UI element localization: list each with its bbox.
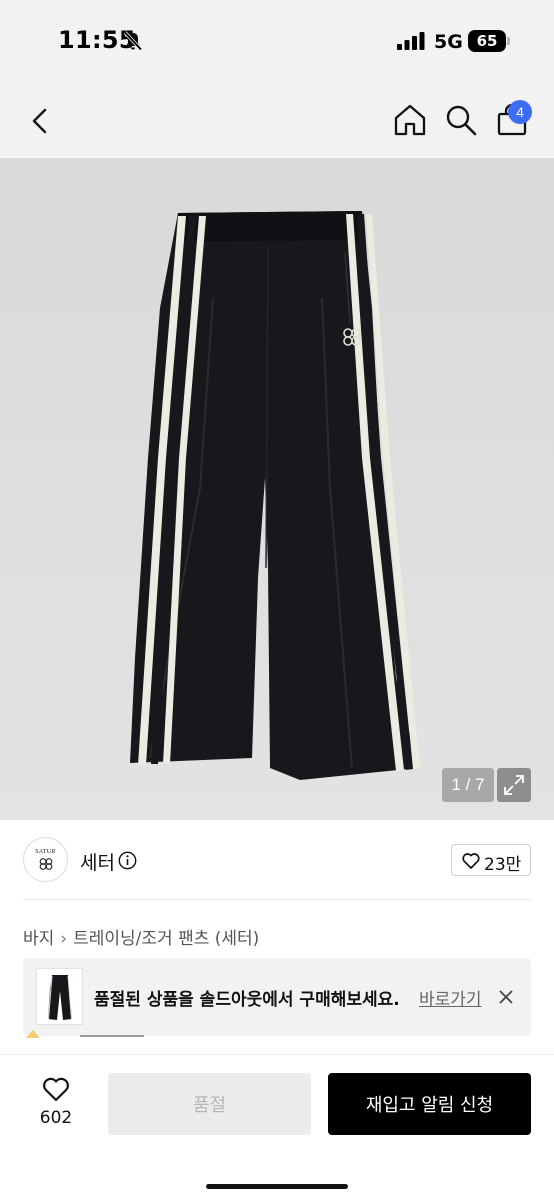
back-icon[interactable]: [26, 104, 56, 138]
restock-alert-button[interactable]: 재입고 알림 신청: [328, 1073, 531, 1135]
info-icon[interactable]: [118, 851, 137, 870]
cart-count-badge: 4: [508, 100, 532, 124]
top-nav: [0, 84, 554, 158]
soldout-banner[interactable]: 품절된 상품을 솔드아웃에서 구매해보세요. 바로가기: [23, 958, 531, 1036]
home-indicator: [206, 1184, 348, 1189]
soldout-button[interactable]: 품절: [108, 1073, 311, 1135]
product-photo-pants: [0, 158, 554, 820]
brand-logo-mark: [39, 858, 53, 870]
brand-logo[interactable]: SATUR: [23, 837, 68, 882]
battery-tip: [507, 37, 510, 45]
heart-icon: [462, 853, 480, 869]
status-bar: 11:55 5G 65: [0, 0, 554, 84]
close-icon[interactable]: [497, 988, 515, 1006]
chevron-right-icon: ›: [60, 929, 68, 949]
battery-icon: 65: [468, 30, 506, 52]
bell-slash-icon: [123, 31, 143, 51]
wishlist-count: 602: [39, 1108, 73, 1128]
wishlist-heart-icon[interactable]: [41, 1075, 71, 1103]
banner-text: 품절된 상품을 솔드아웃에서 구매해보세요.: [94, 990, 400, 1010]
product-image[interactable]: [0, 158, 554, 820]
signal-icon: [397, 32, 425, 50]
network-label: 5G: [434, 31, 463, 53]
brand-like-button[interactable]: 23만: [451, 844, 531, 876]
breadcrumb: 바지 › 트레이닝/조거 팬츠 (세터): [23, 924, 259, 949]
divider: [23, 899, 531, 900]
pants-thumbnail-icon: [48, 975, 72, 1020]
banner-shortcut-link[interactable]: 바로가기: [419, 985, 482, 1010]
review-link-underline: [80, 1035, 144, 1037]
breadcrumb-item-subcategory[interactable]: 트레이닝/조거 팬츠 (세터): [73, 929, 259, 949]
home-icon[interactable]: [392, 102, 428, 138]
brand-logo-text: SATUR: [35, 849, 56, 855]
brand-like-count: 23만: [484, 855, 522, 875]
breadcrumb-item-category[interactable]: 바지: [23, 929, 54, 949]
expand-icon[interactable]: [497, 768, 531, 802]
banner-thumbnail: [36, 968, 83, 1025]
search-icon[interactable]: [443, 102, 479, 138]
image-counter: 1 / 7: [442, 768, 494, 802]
brand-name[interactable]: 세터: [80, 848, 115, 875]
